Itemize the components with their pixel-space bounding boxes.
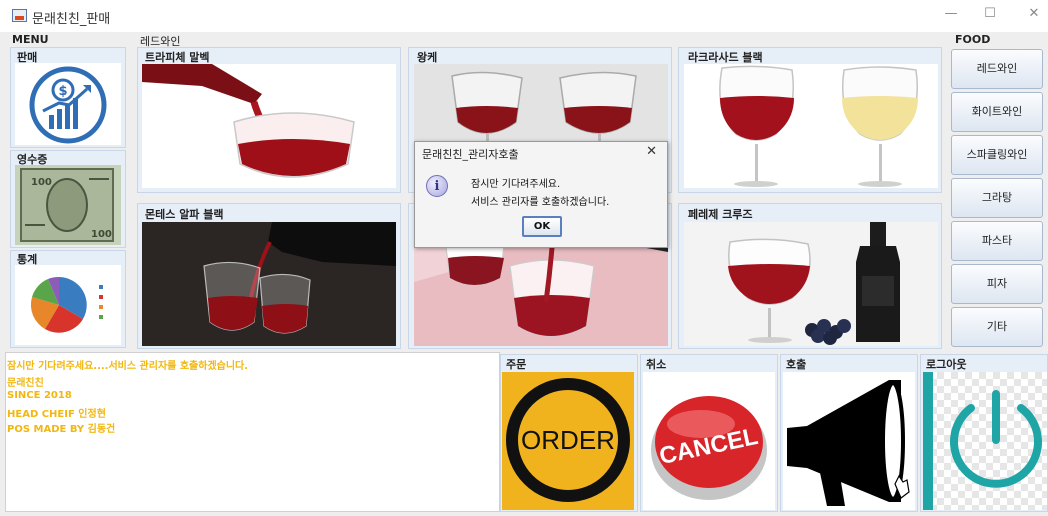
menu-sales-panel[interactable]: 판매 $ [10,47,126,148]
call-label: 호출 [786,358,807,371]
wine-panel-3[interactable]: 라크라사드 블랙 [678,47,942,193]
wine-image-red-white-glasses[interactable] [684,64,938,188]
wine-label-2: 왕케 [417,51,438,64]
food-button-gratin[interactable]: 그라탕 [951,178,1043,218]
wine-panel-4[interactable]: 몬테스 알파 블랙 [137,203,401,349]
sales-dollar-chart-icon[interactable]: $ [15,63,121,145]
title-bar: 문래친친_판매 — ☐ ✕ [0,0,1048,32]
power-icon[interactable] [923,372,1047,510]
menu-receipt-panel[interactable]: 영수증 100 100 [10,150,126,248]
food-button-white-wine[interactable]: 화이트와인 [951,92,1043,132]
log-line-4: HEAD CHEIF 인정현 [7,409,106,420]
menu-stats-panel[interactable]: 통계 [10,250,126,348]
admin-call-dialog: 문래친친_관리자호출 ✕ i 잠시만 기다려주세요. 서비스 관리자를 호출하겠… [414,141,668,248]
food-group-title: FOOD [955,33,991,46]
dialog-message-line-2: 서비스 관리자를 호출하겠습니다. [471,197,610,208]
dialog-message-line-1: 잠시만 기다려주세요. [471,179,561,190]
food-button-etc[interactable]: 기타 [951,307,1043,347]
wine-panel-6[interactable]: 페레제 크루즈 [678,203,942,349]
order-circle-icon[interactable]: ORDER [502,372,634,510]
order-label: 주문 [506,358,527,371]
svg-text:100: 100 [91,229,112,240]
svg-text:100: 100 [31,177,52,188]
close-button[interactable]: ✕ [1024,6,1044,24]
log-text-area[interactable]: 잠시만 기다려주세요....서비스 관리자를 호출하겠습니다. 문래친친 SIN… [5,352,500,512]
logout-panel[interactable]: 로그아웃 [920,354,1048,512]
window-title: 문래친친_판매 [32,12,111,27]
megaphone-icon[interactable] [783,372,915,510]
wine-label-6: 페레제 크루즈 [688,208,753,221]
log-line-5: POS MADE BY 김동건 [7,424,116,435]
cancel-label: 취소 [646,358,667,371]
wine-label-3: 라크라사드 블랙 [688,51,763,64]
java-app-icon [12,9,27,22]
dialog-ok-button[interactable]: OK [522,216,562,237]
wine-image-glass-bottle-grapes[interactable] [684,222,938,346]
maximize-button[interactable]: ☐ [980,6,1000,24]
dialog-title: 문래친친_관리자호출 [422,148,519,161]
food-button-pasta[interactable]: 파스타 [951,221,1043,261]
order-text: ORDER [521,425,615,455]
log-line-2: 문래친친 [7,378,44,389]
minimize-button[interactable]: — [941,6,961,24]
log-line-3: SINCE 2018 [7,390,72,401]
wine-image-bottle-two-glasses[interactable] [142,222,396,346]
wine-panel-1[interactable]: 트라피체 말벡 [137,47,401,193]
food-button-red-wine[interactable]: 레드와인 [951,49,1043,89]
wine-label-4: 몬테스 알파 블랙 [145,208,224,221]
food-button-pizza[interactable]: 피자 [951,264,1043,304]
log-line-1: 잠시만 기다려주세요....서비스 관리자를 호출하겠습니다. [7,361,249,372]
pie-chart-icon[interactable] [15,265,121,345]
call-panel[interactable]: 호출 [780,354,918,512]
info-icon: i [426,175,448,197]
order-panel[interactable]: 주문 ORDER [500,354,638,512]
cancel-button-icon[interactable]: CANCEL [643,372,775,510]
cancel-panel[interactable]: 취소 CANCEL [640,354,778,512]
food-button-sparkling-wine[interactable]: 스파클링와인 [951,135,1043,175]
svg-text:$: $ [58,84,67,99]
dialog-close-icon[interactable]: ✕ [646,144,657,159]
wine-image-pouring-glass[interactable] [142,64,396,188]
app-window: 문래친친_판매 — ☐ ✕ MENU 레드와인 FOOD 판매 $ 영수증 10… [0,0,1048,516]
wine-label-1: 트라피체 말벡 [145,51,210,64]
money-banknote-icon[interactable]: 100 100 [15,165,121,245]
logout-label: 로그아웃 [926,358,967,371]
menu-group-title: MENU [12,33,49,46]
